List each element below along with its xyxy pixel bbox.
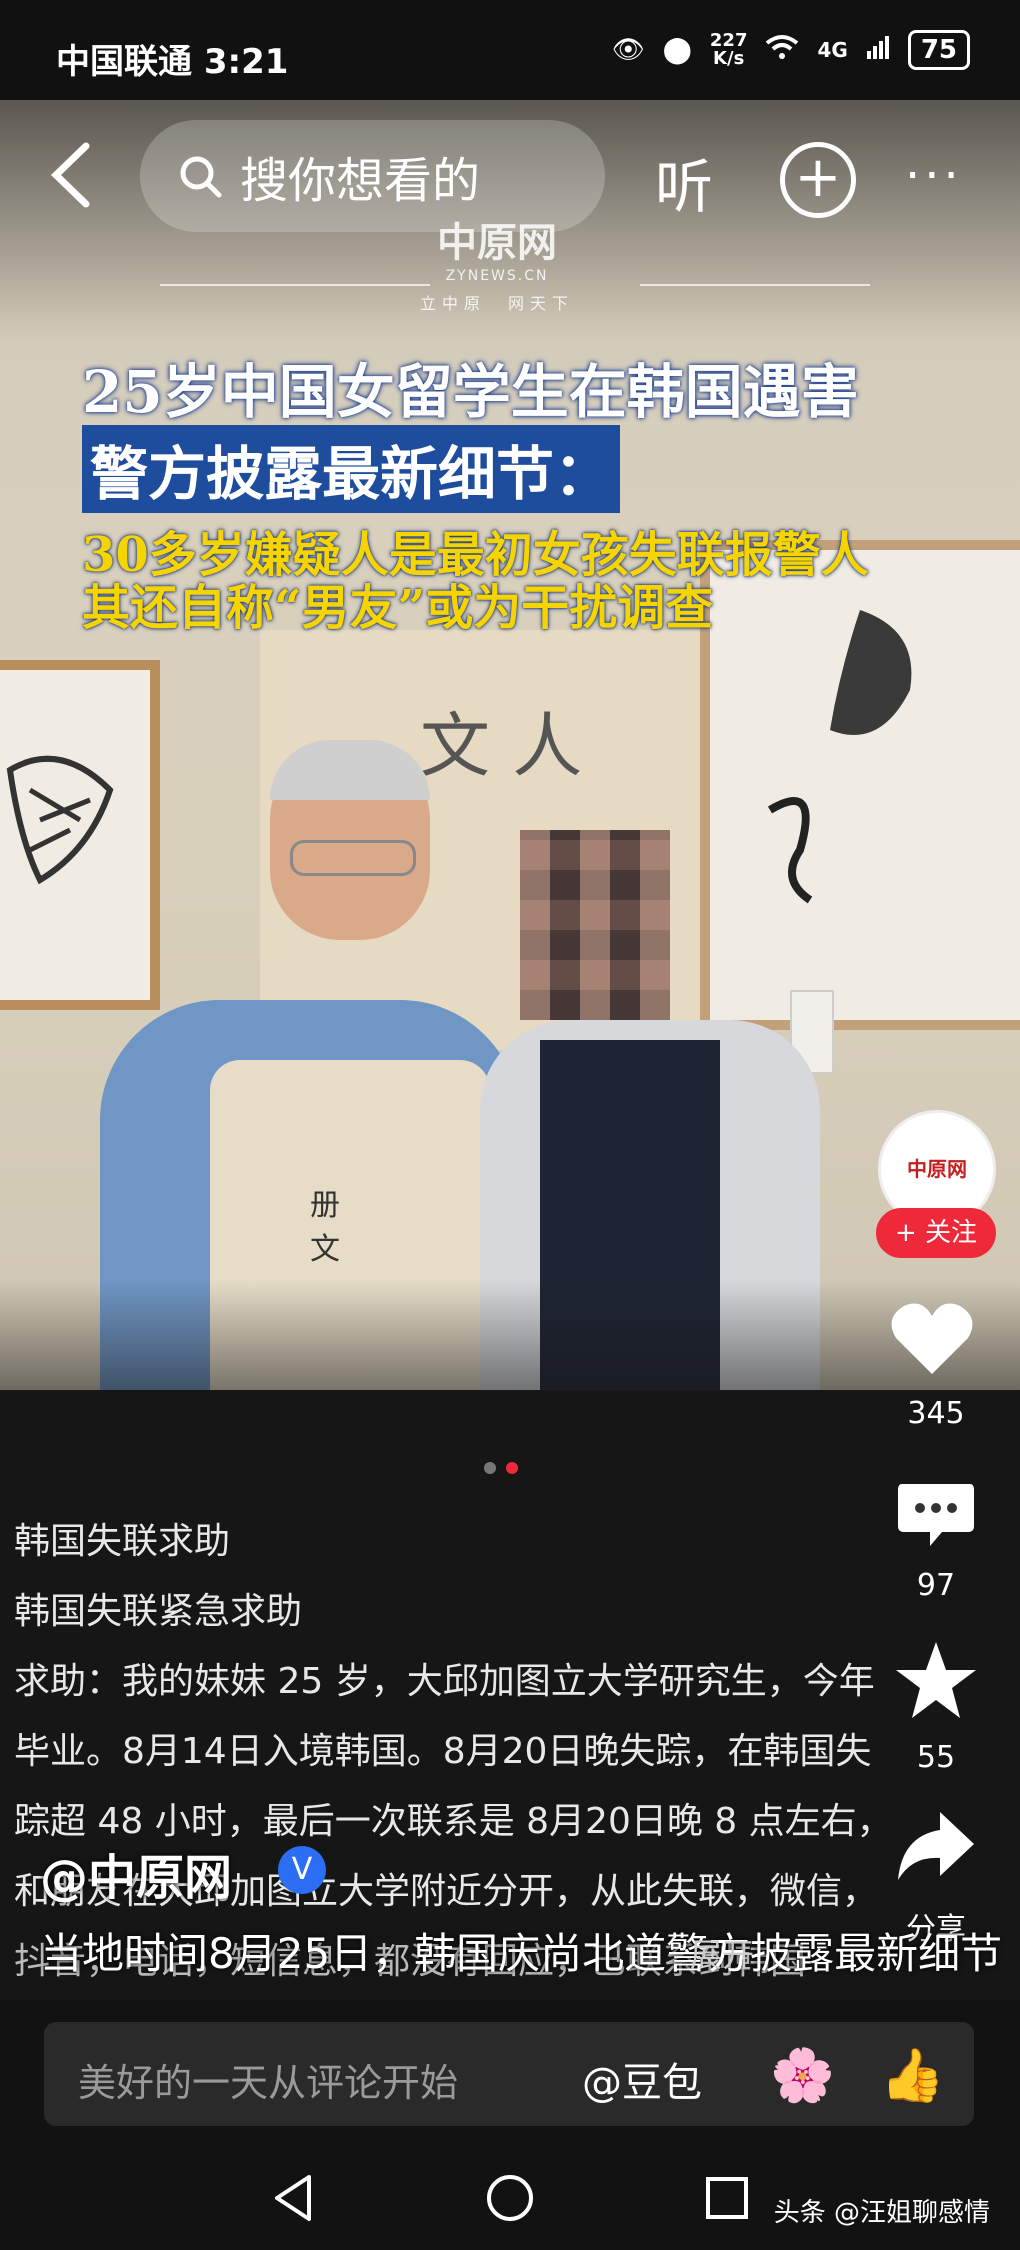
body-line: 毕业。8月14日入境韩国。8月20日晚失踪，在韩国失 [14, 1731, 872, 1772]
divider [160, 284, 430, 286]
mention-doubao-button[interactable]: @豆包 [582, 2050, 702, 2108]
body-line: 韩国失联紧急求助 [14, 1591, 303, 1632]
flower-icon[interactable]: 🌸 [770, 2045, 835, 2106]
status-icons: 👁 ⬤ 227 K/s 4G 75 [612, 30, 970, 70]
nav-home-icon[interactable] [485, 2173, 535, 2227]
nav-back-icon[interactable] [271, 2173, 315, 2227]
favorite-icon[interactable] [894, 1640, 978, 1724]
verified-icon: V [278, 1846, 326, 1894]
favorite-count: 55 [916, 1740, 956, 1775]
more-button[interactable]: ··· [905, 148, 963, 204]
body-line: 踪超 48 小时，最后一次联系是 8月20日晚 8 点左右， [14, 1801, 893, 1842]
nav-recents-icon[interactable] [705, 2176, 749, 2224]
comment-icon[interactable] [896, 1480, 976, 1554]
like-count: 345 [907, 1396, 965, 1431]
comment-count: 97 [916, 1568, 956, 1603]
divider [640, 284, 870, 286]
author-name[interactable]: @中原网 [40, 1838, 232, 1908]
unfold-button[interactable]: 展开 [690, 1930, 754, 1976]
thumbs-up-icon[interactable]: 👍 [880, 2045, 945, 2106]
search-placeholder: 搜你想看的 [240, 153, 481, 209]
search-icon [180, 156, 222, 198]
headline-line-1: 25岁中国女留学生在韩国遇害 [82, 358, 859, 426]
add-button[interactable]: + [780, 142, 856, 218]
net-speed: 227 K/s [709, 30, 748, 69]
status-bar: 中国联通 3:21 👁 ⬤ 227 K/s 4G 75 [0, 0, 1020, 100]
calligraphy-art: 文 人 [420, 705, 583, 787]
like-icon[interactable] [890, 1300, 974, 1380]
back-icon[interactable] [48, 140, 108, 220]
share-icon[interactable] [896, 1810, 976, 1888]
signal-icon [866, 35, 890, 66]
network-type: 4G [817, 38, 848, 62]
page-indicator-dot-active [506, 1462, 518, 1474]
comment-placeholder: 美好的一天从评论开始 [78, 2061, 459, 2105]
battery-level: 75 [907, 30, 970, 70]
tiger-painting [0, 660, 160, 1010]
source-watermark: 头条 @汪姐聊感情 [773, 2198, 990, 2228]
listen-button[interactable]: 听 [655, 140, 713, 224]
image-bottom-fade [0, 1280, 1020, 1390]
post-caption[interactable]: 当地时间8月25日，韩国庆尚北道警方披露最新细节 [40, 1920, 1002, 1981]
watermark-logo: 中原网 ZYNEWS.CN 立中原 网天下 [420, 220, 575, 313]
glasses [290, 840, 416, 876]
headline-line-2: 警方披露最新细节： [82, 425, 621, 513]
follow-button[interactable]: + 关注 [876, 1208, 996, 1258]
page-indicator-dot [484, 1462, 496, 1474]
apron-logo: 册 文 [310, 1188, 340, 1267]
body-line: 韩国失联求助 [14, 1521, 231, 1562]
wifi-icon [765, 34, 799, 67]
eye-icon: 👁 [611, 35, 645, 65]
carrier-time: 中国联通 3:21 [56, 42, 289, 82]
map-painting [700, 540, 1020, 1030]
headline-line-4: 其还自称“男友”或为干扰调查 [82, 580, 714, 636]
body-line: 求助：我的妹妹 25 岁，大邱加图立大学研究生，今年 [14, 1661, 875, 1702]
location-icon: ⬤ [662, 35, 692, 65]
pixelated-face-overlay [520, 830, 670, 1020]
